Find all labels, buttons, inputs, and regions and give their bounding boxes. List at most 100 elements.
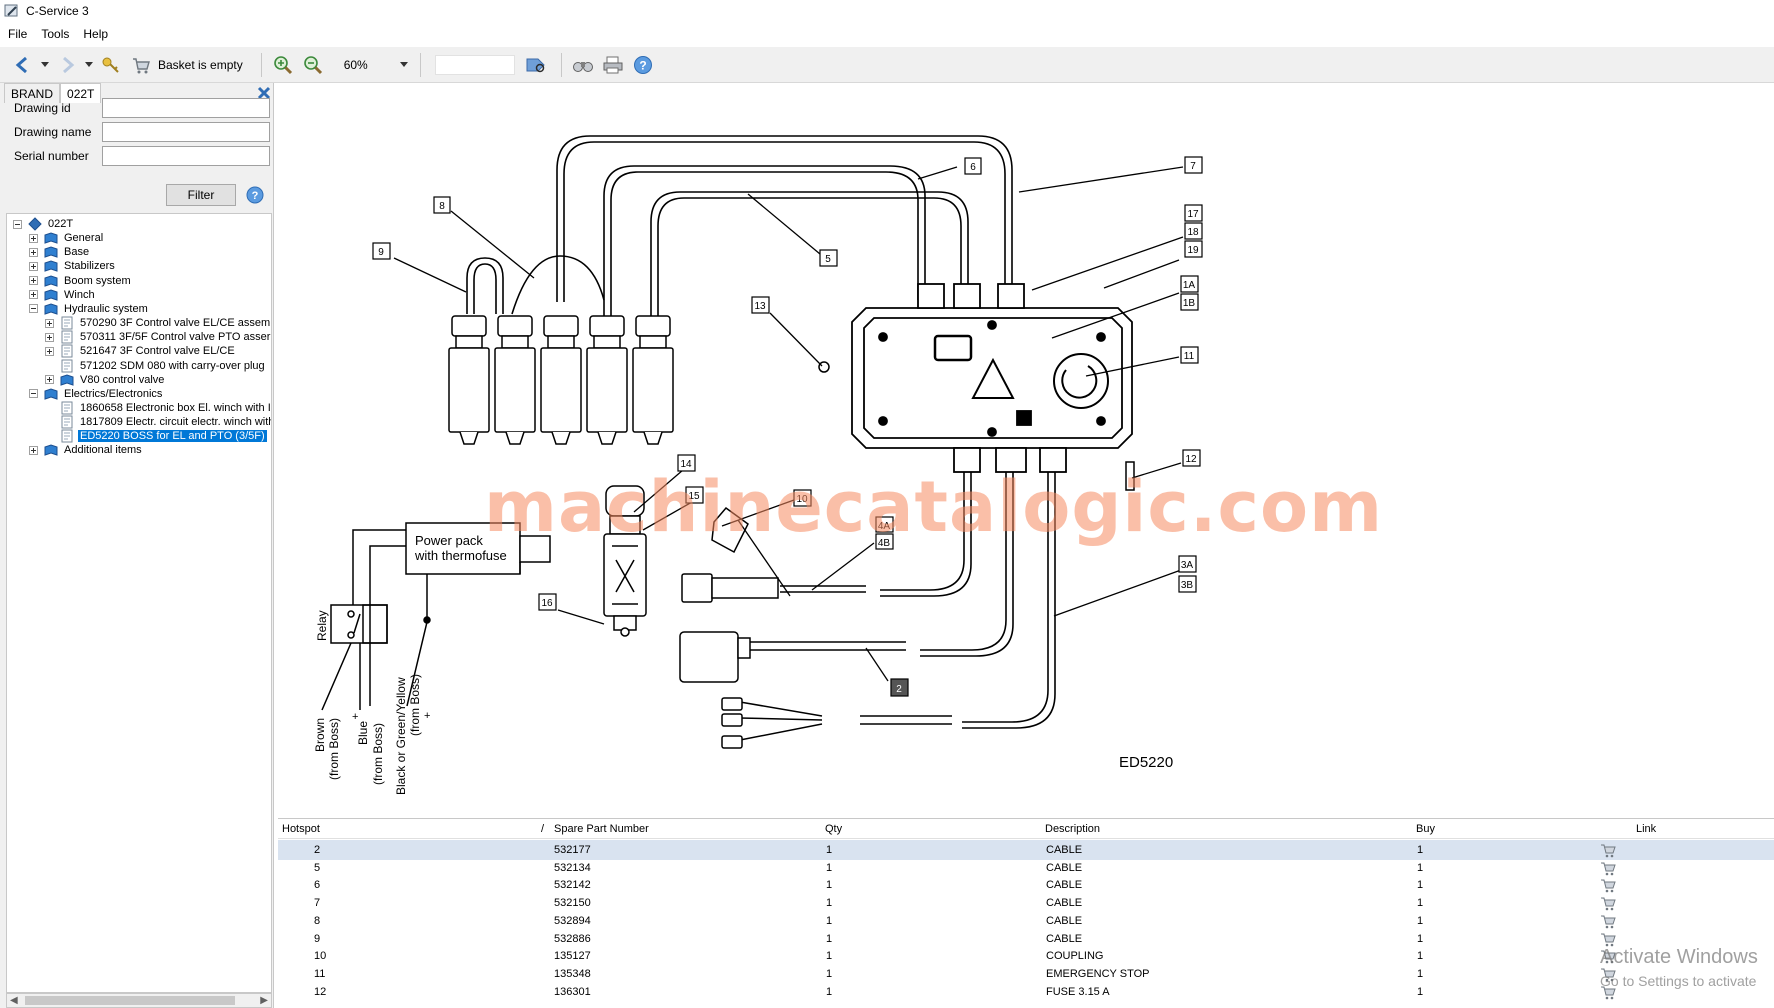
cart-icon	[133, 57, 150, 73]
page-icon	[60, 330, 74, 344]
add-to-basket-icon[interactable]	[1600, 877, 1616, 893]
menu-help[interactable]: Help	[83, 27, 108, 41]
back-dropdown-button[interactable]	[40, 52, 50, 78]
drawing-name-input[interactable]	[102, 122, 270, 142]
menu-file[interactable]: File	[8, 27, 27, 41]
print-button[interactable]	[600, 52, 626, 78]
wire-brown-label: Brown	[313, 718, 327, 752]
pressure-switch	[632, 315, 674, 445]
scrollbar-thumb[interactable]	[25, 996, 235, 1005]
expand-icon[interactable]	[29, 445, 38, 455]
callout-2: 2	[896, 684, 902, 695]
callout-6: 6	[970, 162, 976, 173]
scroll-left-icon[interactable]: ◀	[10, 995, 18, 1006]
zoom-select[interactable]: 60%	[339, 54, 412, 75]
drawing-canvas[interactable]: 6 7 8 9 5 17 18 19 1A 1B 13 11 12 14 15 …	[276, 83, 1774, 813]
toolbar-separator	[560, 52, 562, 77]
add-to-basket-icon[interactable]	[1600, 948, 1616, 964]
scroll-right-icon[interactable]: ▶	[260, 995, 268, 1006]
tree-item-label: V80 control valve	[80, 373, 165, 386]
title-bar: C-Service 3	[0, 0, 1774, 22]
svg-text:?: ?	[252, 190, 259, 202]
col-description[interactable]: Description	[1045, 823, 1100, 835]
cell-part: 135348	[554, 967, 591, 980]
page-icon	[60, 415, 74, 429]
cell-desc: CABLE	[1046, 897, 1083, 910]
printer-icon	[603, 56, 623, 73]
cell-hotspot: 9	[314, 932, 321, 945]
bookmark-button[interactable]	[98, 52, 124, 78]
tree-item-label: Boom system	[64, 274, 131, 287]
cell-buy: 1	[1417, 879, 1424, 892]
tree-item-label: Electrics/Electronics	[64, 387, 163, 400]
col-hotspot[interactable]: Hotspot	[282, 823, 320, 835]
expand-icon[interactable]	[29, 261, 38, 271]
dropdown-arrow-icon	[85, 61, 93, 67]
add-to-basket-icon[interactable]	[1600, 860, 1616, 876]
basket-button[interactable]	[128, 52, 154, 78]
expand-icon[interactable]	[29, 276, 38, 286]
hotspot-search-input[interactable]	[434, 54, 515, 75]
back-button[interactable]	[10, 52, 36, 78]
serial-number-input[interactable]	[102, 146, 270, 166]
parts-table: Hotspot / Spare Part Number Qty Descript…	[278, 818, 1774, 1008]
add-to-basket-icon[interactable]	[1600, 895, 1616, 911]
wire-blue-plus: +	[352, 711, 358, 723]
add-to-basket-icon[interactable]	[1600, 913, 1616, 929]
expand-icon[interactable]	[45, 332, 54, 342]
search-hotspot-button[interactable]	[523, 52, 549, 78]
forward-arrow-icon	[63, 56, 75, 73]
power-pack-label-1: Power pack	[415, 533, 483, 548]
col-spare-part-number[interactable]: Spare Part Number	[554, 823, 649, 835]
book-icon	[44, 245, 58, 259]
expand-icon[interactable]	[45, 318, 54, 328]
solenoid-valve	[603, 485, 647, 637]
tree-horizontal-scrollbar[interactable]: ◀ ▶	[6, 993, 272, 1008]
menu-tools[interactable]: Tools	[41, 27, 69, 41]
zoom-out-button[interactable]	[300, 52, 326, 78]
expand-icon[interactable]	[45, 346, 54, 356]
tree-item-label: 571202 SDM 080 with carry-over plug	[80, 359, 265, 372]
catalog-tree: 022T General Base Stabilizers Boom system Win…	[6, 213, 272, 993]
collapse-icon[interactable]	[29, 304, 38, 314]
cell-part: 532886	[554, 932, 591, 945]
forward-dropdown-button[interactable]	[84, 52, 94, 78]
tree-item[interactable]: Additional items	[29, 442, 144, 458]
add-to-basket-icon[interactable]	[1600, 842, 1616, 858]
expand-icon[interactable]	[29, 233, 38, 243]
filter-button[interactable]: Filter	[166, 184, 236, 206]
collapse-icon[interactable]	[29, 389, 38, 399]
table-row[interactable]: 12 136301 1 FUSE 3.15 A 1	[278, 982, 1774, 1002]
collapse-icon[interactable]	[13, 219, 22, 229]
add-to-basket-icon[interactable]	[1600, 966, 1616, 982]
pressure-switches	[448, 315, 674, 445]
expand-icon[interactable]	[29, 247, 38, 257]
binoculars-button[interactable]	[570, 52, 596, 78]
add-to-basket-icon[interactable]	[1600, 931, 1616, 947]
page-icon	[60, 401, 74, 415]
cell-qty: 1	[826, 879, 833, 892]
page-icon	[60, 344, 74, 358]
help-icon[interactable]: ?	[246, 186, 264, 204]
pressure-switch	[540, 315, 582, 445]
col-qty[interactable]: Qty	[825, 823, 842, 835]
tree-item-label: Stabilizers	[64, 260, 115, 273]
control-box	[851, 283, 1133, 473]
forward-button[interactable]	[54, 52, 80, 78]
help-button[interactable]: ?	[630, 52, 656, 78]
zoom-value: 60%	[343, 57, 368, 72]
callout-10: 10	[796, 494, 808, 505]
col-buy[interactable]: Buy	[1416, 823, 1435, 835]
basket-status: Basket is empty	[158, 57, 243, 72]
zoom-in-button[interactable]	[270, 52, 296, 78]
pressure-switch	[586, 315, 628, 445]
drawing-id-input[interactable]	[102, 98, 270, 118]
toolbar-separator	[419, 52, 421, 77]
cell-buy: 1	[1417, 950, 1424, 963]
col-link[interactable]: Link	[1636, 823, 1656, 835]
expand-icon[interactable]	[29, 290, 38, 300]
back-arrow-icon	[15, 56, 27, 73]
add-to-basket-icon[interactable]	[1600, 984, 1616, 1000]
expand-icon[interactable]	[45, 375, 54, 385]
cell-buy: 1	[1417, 932, 1424, 945]
